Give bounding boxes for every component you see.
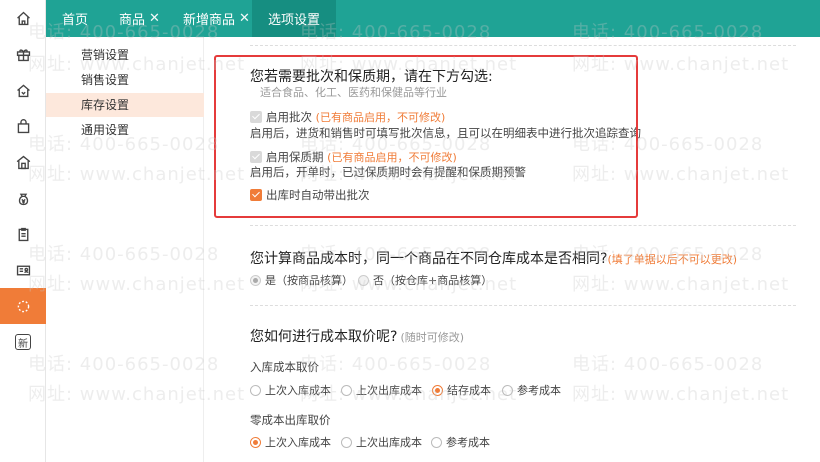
close-icon[interactable]: ✕ [239,11,250,26]
bag-icon[interactable] [0,108,46,144]
cost-method-title: 您如何进行成本取价呢? [250,329,398,345]
in-cost-option-balance[interactable]: 结存成本 [432,382,491,398]
submenu-item-general[interactable]: 通用设置 [46,118,204,142]
zero-cost-label: 零成本出库取价 [250,413,331,427]
tab-label: 商品 [119,13,146,28]
option-label: 参考成本 [517,384,561,397]
in-cost-label: 入库成本取价 [250,360,319,374]
money-bag-icon[interactable] [0,180,46,216]
radio[interactable] [432,385,443,396]
divider [250,305,796,306]
cost-same-note: (填了单据以后不可以更改) [607,253,738,266]
option-label: 参考成本 [446,436,490,449]
radio[interactable] [341,437,352,448]
in-cost-option-reference[interactable]: 参考成本 [502,382,561,398]
clipboard-icon[interactable] [0,216,46,252]
cost-same-yes-option[interactable]: 是（按商品核算） [250,272,353,288]
divider [250,225,796,226]
submenu-item-sales[interactable]: 销售设置 [46,68,204,92]
tab-new-product[interactable]: 新增商品 ✕ [183,0,250,37]
cost-method-note: (随时可修改) [400,331,465,344]
store-icon[interactable] [0,144,46,180]
tab-home[interactable]: 首页 [62,0,88,37]
submenu-item-inventory[interactable]: 库存设置 [46,93,204,117]
highlight-annotation [214,55,638,218]
zero-cost-option-last-out[interactable]: 上次出库成本 [341,434,422,450]
option-label: 上次出库成本 [356,436,422,449]
cost-same-no-label: 否（按仓库+商品核算） [373,274,493,287]
tab-products[interactable]: 商品 ✕ [119,0,160,37]
option-label: 上次入库成本 [265,436,331,449]
cost-same-yes-label: 是（按商品核算） [265,274,353,287]
cost-method-row: 您如何进行成本取价呢? (随时可修改) [250,326,464,346]
submenu-item-marketing[interactable]: 营销设置 [46,43,204,67]
zero-cost-option-last-in[interactable]: 上次入库成本 [250,434,331,450]
option-label: 上次出库成本 [356,384,422,397]
icon-rail: 新 [0,0,46,462]
radio[interactable] [341,385,352,396]
radio[interactable] [431,437,442,448]
id-card-icon[interactable] [0,252,46,288]
tab-options-settings[interactable]: 选项设置 [252,0,336,37]
cost-same-no-radio[interactable] [358,275,369,286]
option-label: 上次入库成本 [265,384,331,397]
in-cost-option-last-in[interactable]: 上次入库成本 [250,382,331,398]
cost-same-no-option[interactable]: 否（按仓库+商品核算） [358,272,492,288]
tab-label: 选项设置 [267,13,320,28]
close-icon[interactable]: ✕ [149,11,160,26]
option-label: 结存成本 [447,384,491,397]
cost-same-yes-radio[interactable] [250,275,261,286]
gift-icon[interactable] [0,36,46,72]
radio[interactable] [250,437,261,448]
new-badge-icon[interactable]: 新 [0,324,46,360]
radio[interactable] [502,385,513,396]
loading-circle-icon[interactable] [0,288,46,324]
settings-submenu: 营销设置 销售设置 库存设置 通用设置 [46,37,204,462]
zero-cost-option-reference[interactable]: 参考成本 [431,434,490,450]
cost-same-title: 您计算商品成本时，同一个商品在不同仓库成本是否相同? [250,251,608,267]
radio[interactable] [250,385,261,396]
tab-label: 新增商品 [183,13,236,28]
tab-bar: 首页 商品 ✕ 新增商品 ✕ 选项设置 [46,0,820,37]
tab-label: 首页 [62,13,89,28]
cost-same-row: 您计算商品成本时，同一个商品在不同仓库成本是否相同?(填了单据以后不可以更改) [250,248,737,268]
house-in-icon[interactable] [0,72,46,108]
in-cost-option-last-out[interactable]: 上次出库成本 [341,382,422,398]
divider [250,45,796,46]
home-icon[interactable] [0,0,46,36]
